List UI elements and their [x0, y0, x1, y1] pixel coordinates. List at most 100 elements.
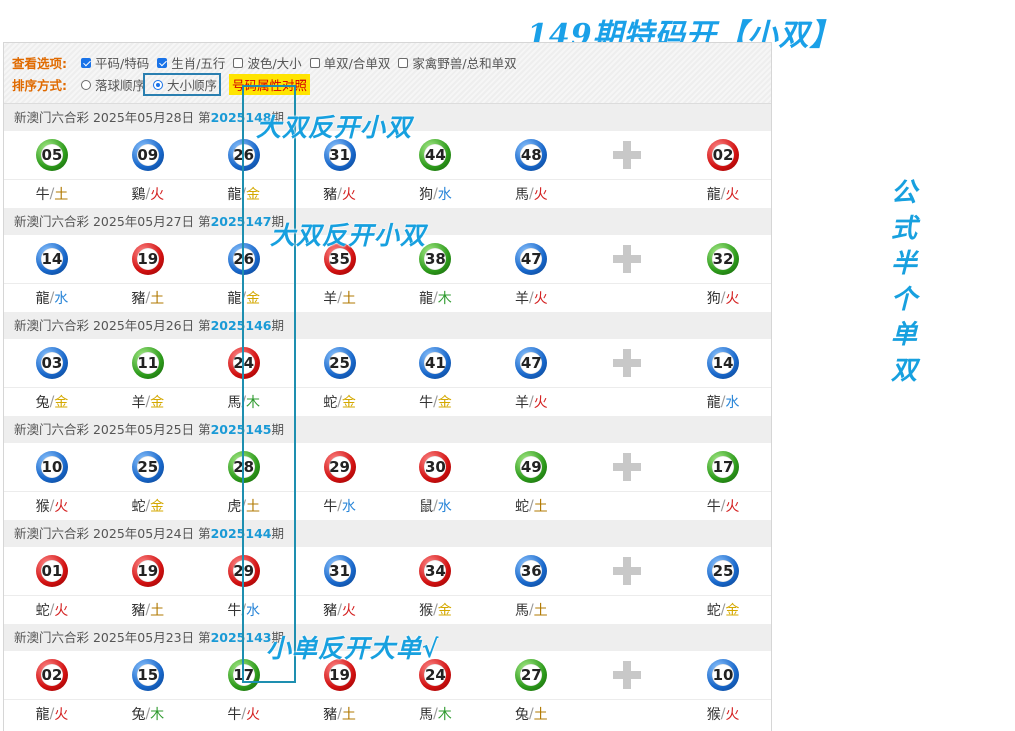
annotation-text: 大双反开小双 [256, 113, 413, 142]
draw-block: 新澳门六合彩 2025年05月25日 第2025145期 10 25 28 29 30 49… [4, 416, 771, 520]
checkbox-odd-even[interactable] [309, 57, 320, 68]
radio-size-order[interactable] [153, 80, 164, 90]
zodiac-row: 猴 / 火蛇 / 金虎 / 土牛 / 水鼠 / 水蛇 / 土 牛 / 火 [4, 492, 771, 520]
ball-number: 09 [137, 146, 159, 164]
element-label: 火 [533, 395, 548, 411]
element-label: 金 [54, 395, 69, 411]
plus-icon [613, 245, 642, 273]
zodiac-cell: 豬 / 土 [100, 288, 196, 308]
lottery-ball: 26 [227, 139, 260, 171]
checkbox-zodiac-element[interactable] [157, 57, 168, 68]
ball-number: 24 [425, 666, 446, 684]
radio-draw-order[interactable] [81, 79, 91, 90]
ball-cell: 27 [483, 659, 579, 691]
element-label: 土 [246, 499, 261, 515]
zodiac-row: 龍 / 火兔 / 木牛 / 火豬 / 土馬 / 木兔 / 土 猴 / 火 [4, 700, 771, 728]
side-note-char: 个 [890, 284, 917, 315]
zodiac-label: 馬 [514, 603, 529, 619]
lottery-ball: 41 [419, 347, 452, 379]
ball-row: 01 19 29 31 34 36 25 [4, 547, 771, 596]
element-label: 火 [54, 499, 69, 515]
ball-number: 10 [712, 666, 734, 684]
zodiac-row: 兔 / 金羊 / 金馬 / 木蛇 / 金牛 / 金羊 / 火 龍 / 水 [4, 388, 771, 416]
element-label: 火 [341, 603, 356, 619]
checkbox-label: 生肖/五行 [171, 56, 226, 71]
zodiac-label: 龍 [227, 291, 242, 307]
ball-number: 05 [41, 146, 63, 164]
checkbox-label: 平码/特码 [95, 56, 150, 71]
zodiac-label: 蛇 [131, 499, 146, 515]
ball-cell: 25 [292, 347, 388, 379]
ball-number: 47 [520, 250, 542, 268]
element-label: 水 [437, 499, 452, 515]
ball-number: 34 [425, 562, 446, 580]
zodiac-cell: 兔 / 土 [483, 704, 579, 724]
ball-cell: 47 [483, 347, 579, 379]
ball-cell: 01 [4, 555, 100, 587]
zodiac-label: 龍 [35, 707, 50, 723]
ball-cell: 36 [483, 555, 579, 587]
ball-number: 19 [137, 562, 159, 580]
side-note-char: 单 [890, 320, 917, 350]
side-note-char: 半 [890, 249, 917, 279]
zodiac-cell: 牛 / 火 [196, 704, 292, 724]
zodiac-cell: 龍 / 木 [388, 288, 484, 308]
zodiac-label: 豬 [323, 707, 338, 723]
ball-cell [579, 245, 675, 273]
lottery-ball: 02 [707, 139, 740, 171]
element-label: 木 [437, 291, 452, 307]
draw-suffix: 期 [271, 526, 284, 541]
zodiac-label: 牛 [419, 395, 434, 411]
draw-header: 新澳门六合彩 2025年05月25日 第2025145期 [4, 416, 771, 443]
lottery-ball: 32 [707, 243, 740, 275]
element-label: 水 [437, 187, 452, 203]
element-label: 木 [437, 707, 452, 723]
lottery-ball: 47 [515, 243, 548, 275]
ball-number: 19 [329, 666, 350, 684]
zodiac-label: 馬 [227, 395, 242, 411]
zodiac-cell: 猴 / 火 [675, 704, 771, 724]
ball-number: 01 [41, 562, 63, 580]
ball-cell: 25 [100, 451, 196, 483]
lottery-ball: 44 [419, 139, 452, 171]
compare-attributes-button[interactable]: 号码属性对照 [229, 74, 311, 95]
radio-label: 落球顺序 [95, 78, 146, 93]
ball-cell: 15 [100, 659, 196, 691]
ball-cell: 32 [675, 243, 771, 275]
zodiac-label: 蛇 [706, 603, 721, 619]
annotation-text: 大双反开小双 [270, 221, 427, 250]
zodiac-cell: 牛 / 水 [196, 600, 292, 620]
side-note-char: 式 [890, 213, 917, 244]
side-note-char: 双 [890, 355, 917, 386]
zodiac-cell: 兔 / 金 [4, 392, 100, 412]
element-label: 土 [150, 291, 165, 307]
zodiac-row: 牛 / 土鷄 / 火龍 / 金豬 / 火狗 / 水馬 / 火 龍 / 火 [4, 180, 771, 208]
ball-cell: 31 [292, 555, 388, 587]
side-note-char: 公 [890, 178, 917, 208]
ball-row: 03 11 24 25 41 47 14 [4, 339, 771, 388]
lottery-ball: 29 [227, 555, 260, 587]
draw-suffix: 期 [271, 318, 284, 333]
ball-number: 14 [41, 250, 63, 268]
zodiac-label: 兔 [131, 707, 146, 723]
ball-number: 32 [712, 250, 734, 268]
draw-date: 新澳门六合彩 2025年05月25日 第 [14, 422, 211, 437]
checkbox-color-size[interactable] [233, 57, 244, 68]
element-label: 土 [54, 187, 69, 203]
lottery-ball: 28 [227, 451, 260, 483]
ball-number: 36 [520, 562, 542, 580]
ball-cell: 48 [483, 139, 579, 171]
ball-cell: 19 [100, 555, 196, 587]
checkbox-domestic-wild[interactable] [398, 57, 409, 68]
ball-number: 14 [712, 354, 734, 372]
lottery-ball: 15 [131, 659, 164, 691]
zodiac-cell: 龍 / 水 [4, 288, 100, 308]
lottery-ball: 47 [515, 347, 548, 379]
zodiac-cell: 蛇 / 金 [100, 496, 196, 516]
zodiac-row: 蛇 / 火豬 / 土牛 / 水豬 / 火猴 / 金馬 / 土 蛇 / 金 [4, 596, 771, 624]
ball-number: 38 [425, 250, 446, 268]
checkbox-flat-special[interactable] [81, 57, 91, 68]
zodiac-cell: 鷄 / 火 [100, 184, 196, 204]
side-note: 公式半个单双 [884, 176, 924, 389]
lottery-ball: 27 [515, 659, 548, 691]
